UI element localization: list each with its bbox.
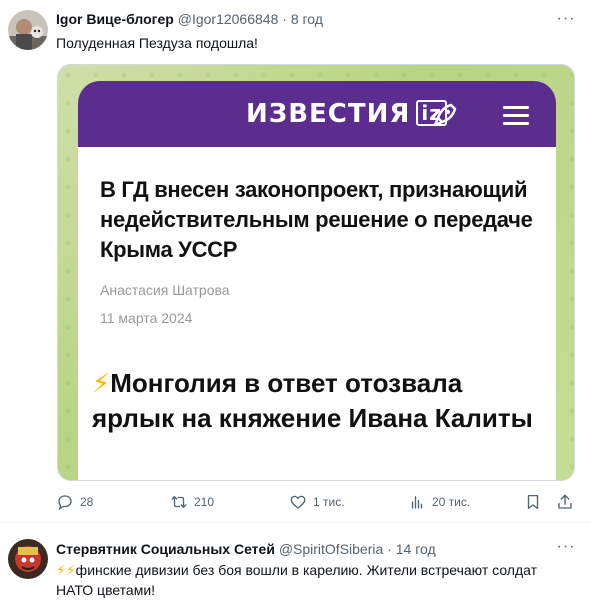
bookmark-button[interactable]	[524, 493, 548, 511]
retweet-icon	[171, 496, 187, 508]
views-button[interactable]: 20 тис.	[408, 493, 470, 511]
lightning-icon: ⚡⚡	[56, 562, 76, 578]
views-chart-icon	[411, 496, 423, 509]
reply-count: 28	[80, 495, 94, 509]
like-count: 1 тис.	[313, 495, 345, 509]
tweet-header: Igor Вице-блогер @Igor12066848 · 8 год	[56, 10, 577, 28]
news-date: 11 марта 2024	[100, 310, 193, 326]
bookmark-icon	[527, 494, 539, 510]
timestamp[interactable]: 14 год	[396, 541, 436, 557]
tweet-text-body: финские дивизии без боя вошли в карелию.…	[56, 562, 538, 598]
user-handle[interactable]: @SpiritOfSiberia	[279, 541, 383, 557]
avatar[interactable]	[8, 10, 48, 50]
tweet[interactable]: Стервятник Социальных Сетей @SpiritOfSib…	[0, 522, 591, 612]
heart-icon	[290, 495, 306, 509]
hamburger-menu-icon	[503, 106, 529, 125]
more-options-icon[interactable]: ···	[557, 10, 575, 27]
izvestia-logo: ИЗВЕСТИЯ iz	[246, 99, 447, 129]
avatar[interactable]	[8, 539, 48, 579]
more-options-icon[interactable]: ···	[557, 538, 575, 555]
tweet-text: ⚡⚡финские дивизии без боя вошли в карели…	[56, 560, 571, 600]
user-handle[interactable]: @Igor12066848	[178, 11, 279, 27]
tweet[interactable]: Igor Вице-блогер @Igor12066848 · 8 год ·…	[0, 0, 591, 522]
izvestia-header-bar: ИЗВЕСТИЯ iz	[78, 81, 556, 147]
news-author: Анастасия Шатрова	[100, 282, 230, 298]
tweet-text: Полуденная Пездуза подошла!	[56, 35, 258, 51]
views-count: 20 тис.	[432, 495, 471, 509]
reply-button[interactable]: 28	[56, 493, 93, 511]
rocket-icon	[433, 103, 457, 127]
separator: ·	[282, 11, 287, 27]
share-icon	[558, 494, 572, 509]
timestamp[interactable]: 8 год	[291, 11, 323, 27]
retweet-count: 210	[194, 495, 215, 509]
share-button[interactable]	[556, 493, 580, 511]
caption-text: Монголия в ответ отозвала ярлык на княже…	[92, 368, 533, 433]
lightning-icon: ⚡	[92, 368, 111, 398]
display-name[interactable]: Стервятник Социальных Сетей	[56, 541, 275, 557]
tweet-media-image[interactable]: ИЗВЕСТИЯ iz В ГД внесен законопроект, при…	[57, 64, 575, 481]
like-button[interactable]: 1 тис.	[289, 493, 345, 511]
reply-icon	[58, 495, 72, 511]
display-name[interactable]: Igor Вице-блогер	[56, 11, 174, 27]
separator: ·	[387, 541, 392, 557]
retweet-button[interactable]: 210	[170, 493, 214, 511]
tweet-actions: 28 210 1 тис. 20 тис.	[56, 493, 576, 513]
caption-headline: ⚡Монголия в ответ отозвала ярлык на княж…	[92, 366, 542, 436]
news-headline: В ГД внесен законопроект, признающий нед…	[100, 177, 533, 262]
tweet-header: Стервятник Социальных Сетей @SpiritOfSib…	[56, 540, 577, 558]
izvestia-logo-text: ИЗВЕСТИЯ	[246, 99, 411, 129]
news-screenshot: ИЗВЕСТИЯ iz В ГД внесен законопроект, при…	[78, 81, 556, 480]
